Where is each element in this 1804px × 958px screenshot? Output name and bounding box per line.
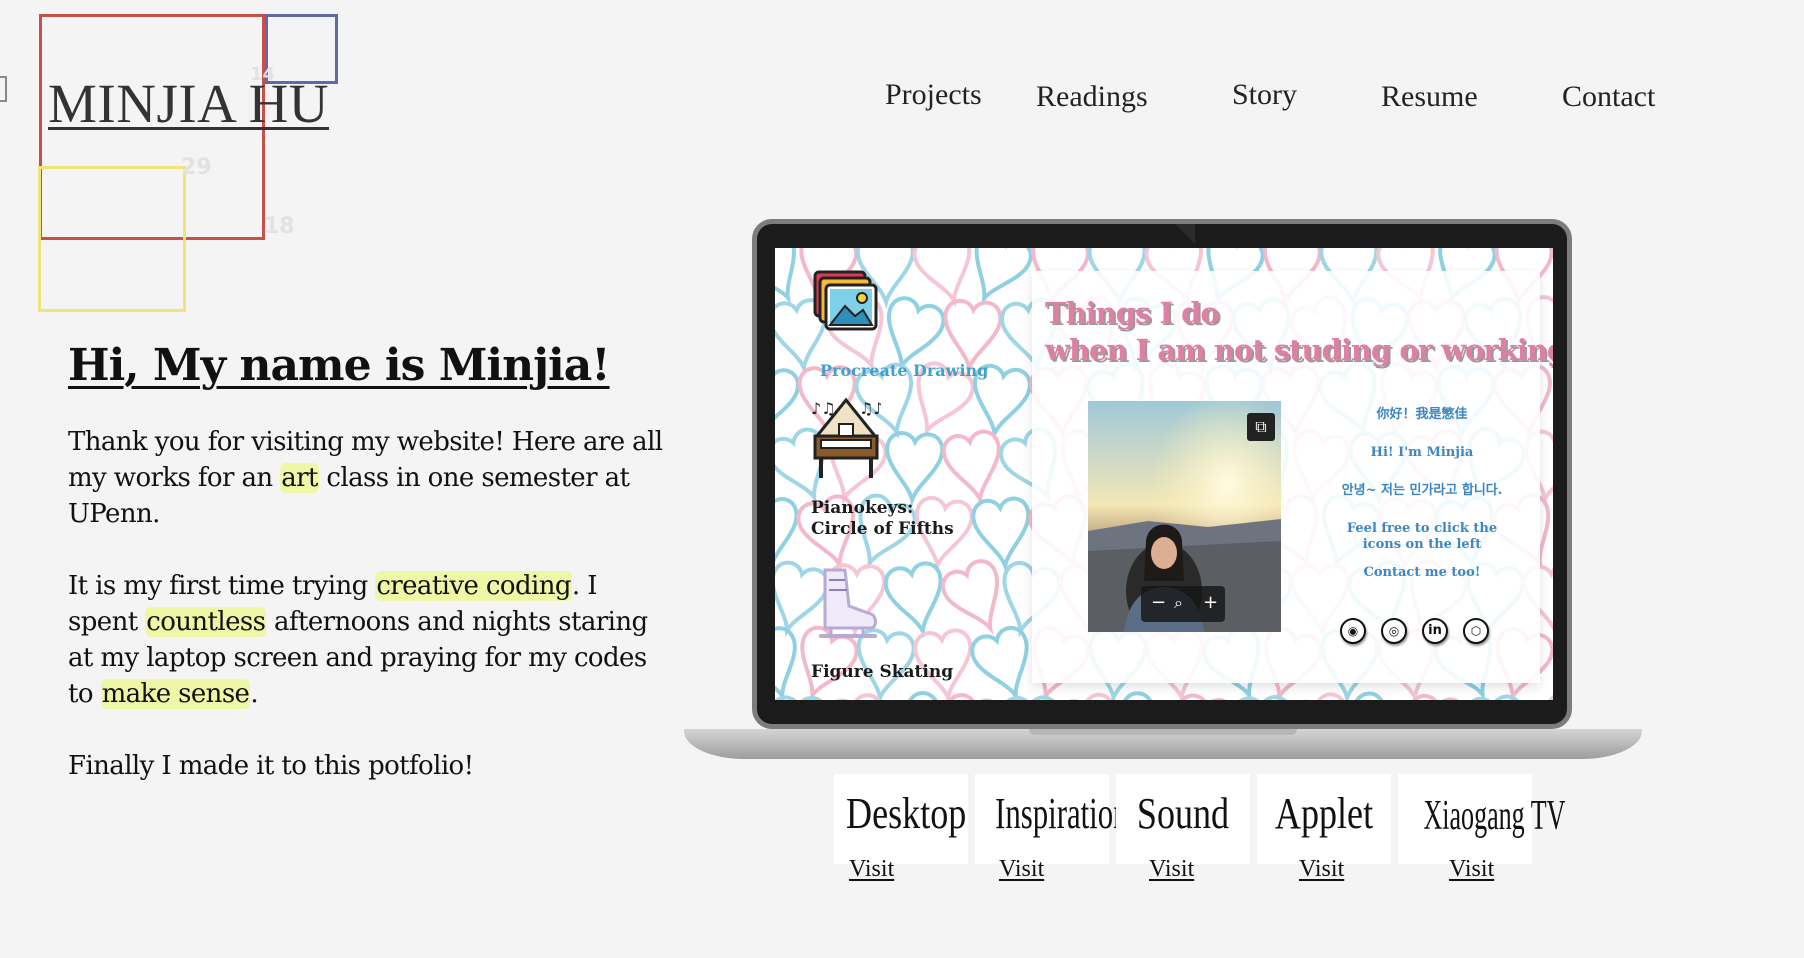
logo-yellow-square xyxy=(38,166,186,312)
heart-pattern-mark xyxy=(1463,693,1528,700)
heart-pattern-mark xyxy=(936,554,1018,642)
profile-photo: ⧉ − ⌕ + xyxy=(1088,401,1281,632)
project-title-inspiration: Inspiration xyxy=(995,789,1129,838)
nav-contact[interactable]: Contact xyxy=(1562,80,1655,114)
logo-number-29: 29 xyxy=(181,155,212,180)
nav-story[interactable]: Story xyxy=(1232,78,1297,112)
heart-pattern-mark xyxy=(1517,688,1553,700)
nav-readings[interactable]: Readings xyxy=(1036,80,1148,114)
highlight-creative-coding: creative coding xyxy=(375,571,572,601)
heart-pattern-mark xyxy=(939,427,1010,507)
project-tile-desktop[interactable]: Desktop xyxy=(834,774,968,864)
project-title-sound: Sound xyxy=(1136,789,1230,838)
highlight-countless: countless xyxy=(145,607,267,637)
contact-hint: Contact me too! xyxy=(1363,565,1481,580)
heart-pattern-mark xyxy=(881,558,952,639)
intro-heading: Hi, My name is Minjia! xyxy=(68,340,611,391)
visit-link-desktop[interactable]: Visit xyxy=(849,856,894,883)
greeting-english: Hi! I'm Minjia xyxy=(1370,445,1474,460)
heart-pattern-mark xyxy=(1000,695,1061,700)
sidebar-label-procreate[interactable]: Procreate Drawing xyxy=(820,360,988,381)
instagram-icon[interactable]: ◎ xyxy=(1381,618,1407,644)
project-tile-xiaogang-tv[interactable]: Xiaogang TV xyxy=(1398,774,1566,864)
site-logo-link[interactable]: MINJIA HU xyxy=(48,72,329,135)
gallery-icon[interactable] xyxy=(813,270,879,338)
linkedin-icon[interactable]: in xyxy=(1422,618,1448,644)
card-title: Things I do when I am not studing or wor… xyxy=(1045,295,1553,369)
visit-link-inspiration[interactable]: Visit xyxy=(999,856,1044,883)
card-title-line-1: Things I do xyxy=(1045,296,1220,330)
zoom-out-button[interactable]: − xyxy=(1151,592,1166,613)
project-title-applet: Applet xyxy=(1274,789,1374,838)
greeting-chinese: 你好！我是慜佳 xyxy=(1376,407,1468,422)
social-links: ◉ ◎ in ⬡ xyxy=(1340,618,1500,648)
about-card: Things I do when I am not studing or wor… xyxy=(1032,271,1553,683)
logo-number-18: 18 xyxy=(264,214,295,239)
intro-p2-text-a: It is my first time trying xyxy=(68,571,376,601)
heart-pattern-mark xyxy=(775,498,799,567)
heart-pattern-mark xyxy=(775,360,803,441)
card-title-line-2: when I am not studing or working xyxy=(1045,333,1553,367)
laptop-screen: Procreate Drawing ♪♫ ♫♪ Pianokeys: Circl… xyxy=(775,248,1553,700)
click-icons-hint: Feel free to click the icons on the left xyxy=(1346,521,1498,552)
project-title-xiaogang-tv: Xiaogang TV xyxy=(1423,793,1566,839)
sidebar-label-figure-skating[interactable]: Figure Skating xyxy=(811,662,953,683)
nav-projects[interactable]: Projects xyxy=(885,78,982,112)
sidebar-label-pianokeys[interactable]: Pianokeys: Circle of Fifths xyxy=(811,498,954,540)
piano-icon[interactable]: ♪♫ ♫♪ xyxy=(811,396,884,484)
visit-link-xiaogang-tv[interactable]: Visit xyxy=(1449,856,1494,883)
heart-pattern-mark xyxy=(966,621,1044,700)
intro-paragraph-2: It is my first time trying creative codi… xyxy=(68,568,668,712)
skate-icon[interactable] xyxy=(815,566,881,648)
lid-glare xyxy=(1175,224,1195,244)
intro-p2-text-d: . xyxy=(250,679,259,709)
zoom-in-button[interactable]: + xyxy=(1203,592,1218,613)
tiny-square-decoration xyxy=(0,76,7,102)
open-external-icon[interactable]: ⧉ xyxy=(1247,413,1275,441)
heart-pattern-mark xyxy=(885,432,943,501)
heart-pattern-mark xyxy=(1234,696,1292,700)
visit-link-applet[interactable]: Visit xyxy=(1299,856,1344,883)
photo-zoom-controls: − ⌕ + xyxy=(1141,586,1225,622)
project-title-desktop: Desktop xyxy=(846,789,967,838)
project-tile-inspiration[interactable]: Inspiration xyxy=(975,774,1129,864)
greeting-korean: 안녕~ 저는 민가라고 합니다. xyxy=(1341,483,1503,498)
highlight-art: art xyxy=(280,463,319,493)
github-icon[interactable]: ◉ xyxy=(1340,618,1366,644)
zoom-reset-icon[interactable]: ⌕ xyxy=(1174,593,1183,613)
codepen-icon[interactable]: ⬡ xyxy=(1463,618,1489,644)
svg-text:♪♫: ♪♫ xyxy=(811,399,836,418)
nav-resume[interactable]: Resume xyxy=(1381,80,1478,114)
intro-paragraph-3: Finally I made it to this potfolio! xyxy=(68,751,474,781)
intro-paragraph-1: Thank you for visiting my website! Here … xyxy=(68,424,668,532)
heart-pattern-mark xyxy=(775,695,829,700)
project-tile-sound[interactable]: Sound xyxy=(1116,774,1250,864)
highlight-make-sense: make sense xyxy=(100,679,251,709)
visit-link-sound[interactable]: Visit xyxy=(1149,856,1194,883)
project-tile-applet[interactable]: Applet xyxy=(1257,774,1391,864)
heart-pattern-mark xyxy=(909,248,983,310)
svg-text:♫♪: ♫♪ xyxy=(859,399,881,418)
laptop-base-notch xyxy=(1029,729,1297,735)
heart-pattern-mark xyxy=(970,495,1035,571)
